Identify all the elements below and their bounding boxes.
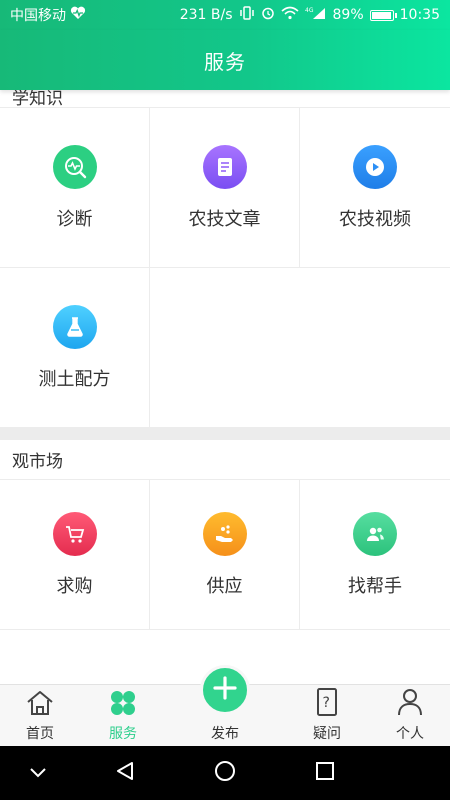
- system-hide-button[interactable]: [8, 746, 68, 800]
- svg-text:?: ?: [323, 695, 330, 711]
- flask-icon: [52, 304, 97, 349]
- service-item-diagnosis[interactable]: 诊断: [0, 108, 150, 268]
- service-item-video[interactable]: 农技视频: [300, 108, 450, 268]
- system-recents-button[interactable]: [295, 746, 355, 800]
- nav-service[interactable]: 服务: [83, 685, 163, 747]
- network-speed: 231 B/s: [179, 7, 233, 23]
- section-divider: [0, 428, 450, 440]
- nav-home-label: 首页: [26, 726, 54, 742]
- section-title-market: 观市场: [0, 440, 450, 480]
- nav-profile[interactable]: 个人: [370, 685, 450, 747]
- nav-profile-label: 个人: [396, 726, 424, 742]
- article-icon: [202, 144, 247, 189]
- cell-signal-icon: 4G: [305, 6, 327, 24]
- service-item-label: 农技视频: [339, 208, 411, 230]
- service-item-label: 求购: [56, 575, 93, 597]
- battery-fill: [371, 11, 392, 19]
- service-item-article[interactable]: 农技文章: [150, 108, 300, 268]
- nav-home[interactable]: 首页: [0, 685, 80, 747]
- system-back-button[interactable]: [95, 746, 155, 800]
- service-item-label: 供应: [206, 575, 243, 597]
- empty-cell: [150, 268, 300, 428]
- battery-icon: [369, 9, 397, 21]
- page-title: 服务: [204, 49, 246, 74]
- service-item-purchase[interactable]: 求购: [0, 480, 150, 630]
- service-item-label: 找帮手: [348, 575, 402, 597]
- battery-percent: 89%: [332, 7, 364, 23]
- service-item-label: 农技文章: [188, 208, 261, 230]
- empty-cell: [300, 268, 450, 428]
- diagnosis-icon: [52, 144, 97, 189]
- service-item-label: 诊断: [56, 208, 93, 230]
- market-grid: 求购 供应 找帮手: [0, 480, 450, 630]
- carrier-name: 中国移动: [10, 8, 66, 24]
- service-item-label: 测土配方: [38, 368, 111, 390]
- clock: 10:35: [399, 7, 440, 23]
- nav-publish-label: 发布: [211, 726, 239, 742]
- service-item-supply[interactable]: 供应: [150, 480, 300, 630]
- status-bar: 中国移动 231 B/s 4G 89% 10:35: [0, 0, 450, 30]
- heart-icon: [70, 6, 86, 24]
- back-triangle-icon: [114, 760, 136, 786]
- learn-grid: 诊断 农技文章 农技视频 测土配方: [0, 108, 450, 428]
- chevron-down-icon: [28, 764, 48, 783]
- clover-icon: [108, 689, 138, 721]
- video-play-icon: [353, 144, 397, 189]
- supply-hand-icon: [202, 511, 247, 556]
- svg-text:4G: 4G: [305, 7, 314, 14]
- cart-icon: [52, 511, 97, 556]
- nav-question[interactable]: ? 疑问: [287, 685, 367, 747]
- nav-publish[interactable]: 发布: [185, 685, 265, 747]
- service-item-find-helper[interactable]: 找帮手: [300, 480, 450, 630]
- person-icon: [395, 687, 425, 721]
- nav-question-label: 疑问: [313, 726, 341, 742]
- nav-service-label: 服务: [109, 726, 137, 742]
- home-circle-icon: [213, 759, 237, 787]
- wifi-icon: [280, 6, 299, 24]
- system-home-button[interactable]: [195, 746, 255, 800]
- helpers-icon: [353, 511, 397, 556]
- vibrate-icon: [239, 6, 255, 24]
- section-learn: 学知识 诊断 农技文章 农技视频 测土配方: [0, 90, 450, 428]
- bottom-nav: 首页 服务 发布 ? 疑问 个人: [0, 665, 450, 747]
- question-icon: ?: [312, 687, 342, 721]
- recents-square-icon: [315, 761, 335, 785]
- section-title-learn: 学知识: [0, 90, 450, 109]
- service-item-soil-test[interactable]: 测土配方: [0, 268, 150, 428]
- service-content[interactable]: 学知识 诊断 农技文章 农技视频 测土配方 观市场 求购 供应 找帮手: [0, 90, 450, 684]
- home-icon: [25, 689, 55, 721]
- alarm-icon: [261, 6, 275, 24]
- page-header: 服务: [0, 30, 450, 90]
- system-nav-bar: [0, 746, 450, 800]
- section-market: 观市场 求购 供应 找帮手: [0, 440, 450, 630]
